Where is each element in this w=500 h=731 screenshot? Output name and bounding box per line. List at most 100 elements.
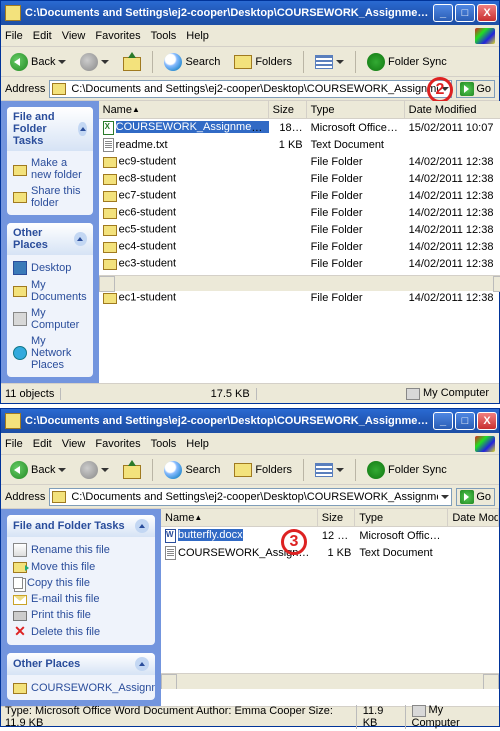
column-header-type[interactable]: Type <box>355 509 448 526</box>
titlebar[interactable]: C:\Documents and Settings\ej2-cooper\Des… <box>1 409 499 433</box>
forward-button[interactable] <box>75 50 114 74</box>
menu-item[interactable]: View <box>62 30 86 42</box>
back-button[interactable]: Back <box>5 458 71 482</box>
address-label: Address <box>5 491 45 503</box>
chevron-up-icon[interactable] <box>74 232 87 246</box>
file-row[interactable]: ec7-studentFile Folder14/02/2011 12:38 <box>99 187 500 204</box>
forward-button[interactable] <box>75 458 114 482</box>
menu-item[interactable]: Help <box>186 30 209 42</box>
file-row[interactable]: ec5-studentFile Folder14/02/2011 12:38 <box>99 221 500 238</box>
task-link[interactable]: My Documents <box>13 277 87 305</box>
task-link[interactable]: Move this file <box>13 559 149 575</box>
chevron-down-icon[interactable] <box>101 466 109 474</box>
horizontal-scrollbar[interactable] <box>161 673 499 689</box>
task-link[interactable]: E-mail this file <box>13 591 149 607</box>
folder-sync-button[interactable]: Folder Sync <box>362 458 452 482</box>
menu-item[interactable]: File <box>5 438 23 450</box>
go-button[interactable]: Go <box>456 488 495 506</box>
menu-item[interactable]: View <box>62 438 86 450</box>
column-header-date[interactable]: Date Modified <box>405 101 500 118</box>
file-row[interactable]: ec1-studentFile Folder14/02/2011 12:38 <box>99 289 500 306</box>
menu-item[interactable]: Edit <box>33 30 52 42</box>
task-link[interactable]: Rename this file <box>13 541 149 559</box>
column-header-size[interactable]: Size <box>318 509 356 526</box>
file-row[interactable]: ec8-studentFile Folder14/02/2011 12:38 <box>99 170 500 187</box>
chevron-down-icon[interactable] <box>101 58 109 66</box>
column-header-date[interactable]: Date Modif <box>448 509 499 526</box>
chevron-up-icon[interactable] <box>135 657 149 671</box>
panel-header[interactable]: Other Places <box>7 223 93 255</box>
task-link[interactable]: COURSEWORK_Assignm… <box>13 679 149 696</box>
task-link[interactable]: Desktop <box>13 259 87 277</box>
scroll-left-button[interactable] <box>99 276 115 292</box>
minimize-button[interactable]: _ <box>433 4 453 22</box>
file-row[interactable]: ec9-studentFile Folder14/02/2011 12:38 <box>99 153 500 170</box>
task-link[interactable]: Copy this file <box>13 575 149 591</box>
chevron-down-icon[interactable] <box>336 466 344 474</box>
menu-item[interactable]: Tools <box>151 438 177 450</box>
close-button[interactable]: X <box>477 4 497 22</box>
minimize-button[interactable]: _ <box>433 412 453 430</box>
chevron-up-icon[interactable] <box>135 519 149 533</box>
scroll-right-button[interactable] <box>493 276 500 292</box>
folders-button[interactable]: Folders <box>229 52 297 72</box>
scroll-left-button[interactable] <box>161 674 177 689</box>
file-row[interactable]: ec6-studentFile Folder14/02/2011 12:38 <box>99 204 500 221</box>
panel-header[interactable]: File and Folder Tasks <box>7 515 155 537</box>
maximize-button[interactable]: □ <box>455 4 475 22</box>
task-link[interactable]: Print this file <box>13 607 149 623</box>
address-box[interactable] <box>49 80 452 98</box>
file-row[interactable]: COURSEWORK_Assignment_Test11_ec9_…1 KBTe… <box>161 544 499 561</box>
address-input[interactable] <box>71 491 438 503</box>
up-button[interactable] <box>118 460 146 480</box>
menu-item[interactable]: Help <box>186 438 209 450</box>
task-link[interactable]: Make a new folder <box>13 155 87 183</box>
menu-item[interactable]: Favorites <box>95 30 140 42</box>
column-header-name[interactable]: Name ▲ <box>99 101 269 118</box>
close-button[interactable]: X <box>477 412 497 430</box>
search-button[interactable]: Search <box>159 50 225 74</box>
chevron-up-icon[interactable] <box>78 122 86 136</box>
task-link[interactable]: My Computer <box>13 305 87 333</box>
titlebar[interactable]: C:\Documents and Settings\ej2-cooper\Des… <box>1 1 499 25</box>
folders-button[interactable]: Folders <box>229 460 297 480</box>
address-input[interactable] <box>71 83 438 95</box>
file-name-cell: ec8-student <box>99 172 269 185</box>
folder-sync-button[interactable]: Folder Sync <box>362 50 452 74</box>
task-link[interactable]: My Network Places <box>13 333 87 373</box>
chevron-down-icon[interactable] <box>58 466 66 474</box>
chevron-down-icon[interactable] <box>336 58 344 66</box>
docx-icon <box>165 529 176 543</box>
chevron-down-icon[interactable] <box>441 85 449 93</box>
horizontal-scrollbar[interactable] <box>99 275 500 291</box>
column-header-size[interactable]: Size <box>269 101 307 118</box>
file-row[interactable]: ec3-studentFile Folder14/02/2011 12:38 <box>99 255 500 272</box>
panel-header[interactable]: Other Places <box>7 653 155 675</box>
go-button[interactable]: Go <box>456 80 495 98</box>
menu-item[interactable]: File <box>5 30 23 42</box>
views-button[interactable] <box>310 52 349 72</box>
file-row[interactable]: ec4-studentFile Folder14/02/2011 12:38 <box>99 238 500 255</box>
menu-item[interactable]: Favorites <box>95 438 140 450</box>
menu-item[interactable]: Tools <box>151 30 177 42</box>
file-row[interactable]: butterfly.docx12 KBMicrosoft Office Wo… <box>161 527 499 544</box>
views-button[interactable] <box>310 460 349 480</box>
maximize-button[interactable]: □ <box>455 412 475 430</box>
address-bar: AddressGo <box>1 77 499 101</box>
task-link[interactable]: ✕Delete this file <box>13 623 149 641</box>
back-button[interactable]: Back <box>5 50 71 74</box>
task-link[interactable]: Share this folder <box>13 183 87 211</box>
file-row[interactable]: COURSEWORK_Assignment_Test11.xls18…Micro… <box>99 119 500 136</box>
address-box[interactable] <box>49 488 452 506</box>
scroll-right-button[interactable] <box>483 674 499 689</box>
chevron-down-icon[interactable] <box>441 493 449 501</box>
menu-item[interactable]: Edit <box>33 438 52 450</box>
column-header-type[interactable]: Type <box>307 101 405 118</box>
column-header-name[interactable]: Name ▲ <box>161 509 318 526</box>
up-button[interactable] <box>118 52 146 72</box>
task-pane: File and Folder Tasks Rename this fileMov… <box>1 509 161 706</box>
panel-header[interactable]: File and Folder Tasks <box>7 107 93 151</box>
file-row[interactable]: readme.txt1 KBText Document <box>99 136 500 153</box>
search-button[interactable]: Search <box>159 458 225 482</box>
chevron-down-icon[interactable] <box>58 58 66 66</box>
